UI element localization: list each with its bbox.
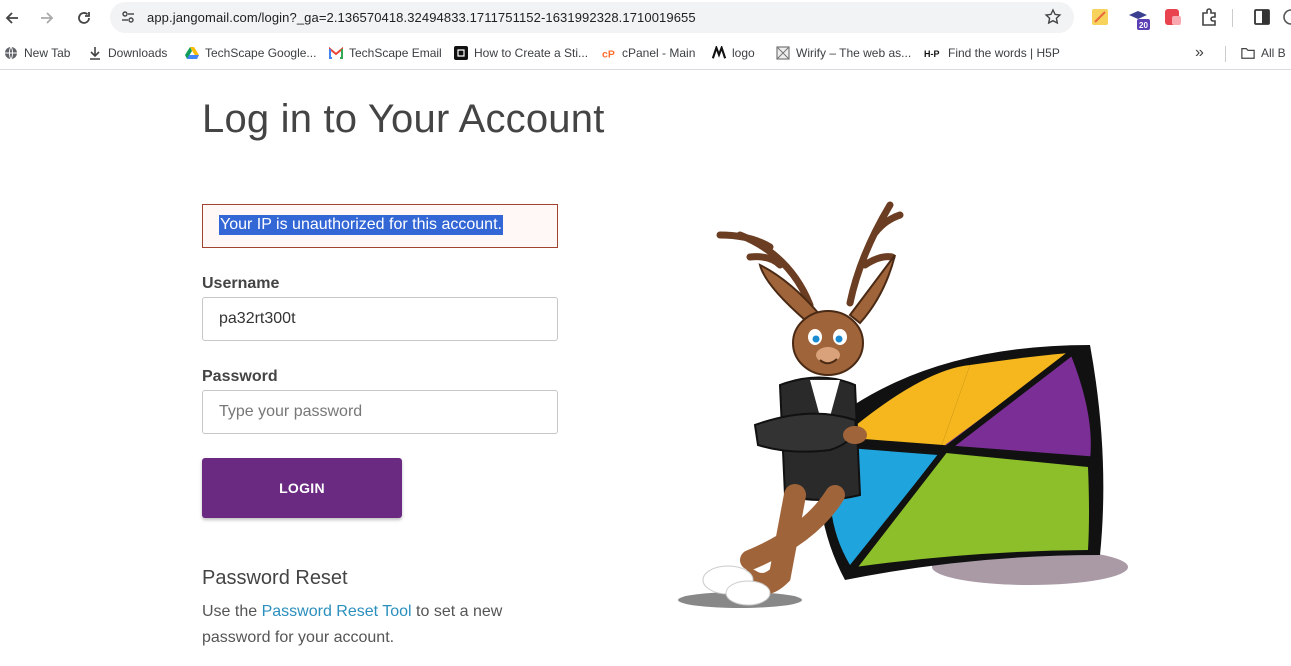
login-page: Log in to Your Account Your IP is unauth… (0, 75, 1291, 666)
globe-icon (4, 46, 18, 60)
toolbar-divider (1232, 9, 1233, 27)
all-bookmarks[interactable]: All B (1241, 46, 1286, 60)
bookmark-wirify[interactable]: Wirify – The web as... (776, 46, 911, 60)
h5p-icon: H-P (924, 46, 942, 60)
password-field[interactable] (202, 390, 558, 434)
bookmarks-divider (1225, 46, 1226, 62)
bookmark-downloads[interactable]: Downloads (88, 46, 167, 60)
graduation-extension-icon[interactable]: 20 (1127, 7, 1150, 30)
password-reset-heading: Password Reset (202, 567, 348, 589)
bookmark-label: How to Create a Sti... (474, 46, 589, 60)
address-bar[interactable]: app.jangomail.com/login?_ga=2.136570418.… (110, 2, 1074, 33)
profile-icon[interactable] (1283, 7, 1291, 27)
bookmark-label: New Tab (24, 46, 71, 60)
reload-icon[interactable] (72, 6, 96, 30)
bookmark-find-the-words[interactable]: H-P Find the words | H5P (924, 46, 1060, 60)
url-text[interactable]: app.jangomail.com/login?_ga=2.136570418.… (147, 10, 696, 25)
jackalope-mascot-illustration (678, 201, 1128, 608)
reset-text-before: Use the (202, 603, 262, 620)
bookmark-logo[interactable]: logo (712, 46, 755, 60)
back-icon[interactable] (0, 6, 24, 30)
bookmark-label: Wirify – The web as... (796, 46, 912, 60)
extensions-puzzle-icon[interactable] (1199, 7, 1219, 27)
side-panel-icon[interactable] (1252, 7, 1272, 27)
forward-icon[interactable] (35, 6, 59, 30)
bookmark-techscape-google[interactable]: TechScape Google... (185, 46, 316, 60)
bookmark-label: Downloads (108, 46, 168, 60)
google-drive-icon (185, 46, 199, 60)
svg-text:cP: cP (602, 48, 615, 59)
username-label: Username (202, 275, 280, 292)
error-alert: Your IP is unauthorized for this account… (202, 204, 558, 248)
password-reset-link[interactable]: Password Reset Tool (262, 603, 412, 620)
page-title: Log in to Your Account (202, 97, 605, 141)
username-field[interactable] (202, 297, 558, 341)
gmail-icon (329, 46, 343, 60)
bookmark-how-to-create[interactable]: How to Create a Sti... (454, 46, 588, 60)
bookmark-techscape-email[interactable]: TechScape Email (329, 46, 442, 60)
cpanel-icon: cP (602, 46, 616, 60)
site-settings-icon[interactable] (120, 9, 136, 30)
bookmark-cpanel[interactable]: cP cPanel - Main (602, 46, 695, 60)
jangomail-shield-logo (817, 345, 1104, 580)
logo-icon (712, 46, 726, 60)
bookmarks-overflow-icon[interactable]: » (1195, 44, 1204, 62)
bookmark-new-tab[interactable]: New Tab (4, 46, 70, 60)
notes-extension-icon[interactable] (1090, 7, 1110, 27)
login-button[interactable]: LOGIN (202, 458, 402, 518)
bookmark-label: TechScape Email (349, 46, 442, 60)
site-icon (454, 46, 468, 60)
browser-toolbar: app.jangomail.com/login?_ga=2.136570418.… (0, 0, 1291, 36)
wirify-icon (776, 46, 790, 60)
folder-icon (1241, 46, 1255, 60)
error-message: Your IP is unauthorized for this account… (219, 215, 503, 235)
bookmark-star-icon[interactable] (1044, 8, 1062, 31)
bookmark-label: logo (732, 46, 755, 60)
download-icon (88, 46, 102, 60)
bookmark-label: cPanel - Main (622, 46, 696, 60)
red-extension-icon[interactable] (1163, 7, 1183, 27)
password-reset-text: Use the Password Reset Tool to set a new… (202, 599, 522, 651)
svg-text:H-P: H-P (924, 49, 940, 58)
bookmark-label: Find the words | H5P (948, 46, 1060, 60)
password-label: Password (202, 368, 278, 385)
extension-badge: 20 (1139, 21, 1148, 30)
bookmark-label: TechScape Google... (205, 46, 317, 60)
bookmarks-bar: New Tab Downloads TechScape Google... Te… (0, 38, 1291, 70)
all-bookmarks-label: All B (1261, 46, 1286, 60)
